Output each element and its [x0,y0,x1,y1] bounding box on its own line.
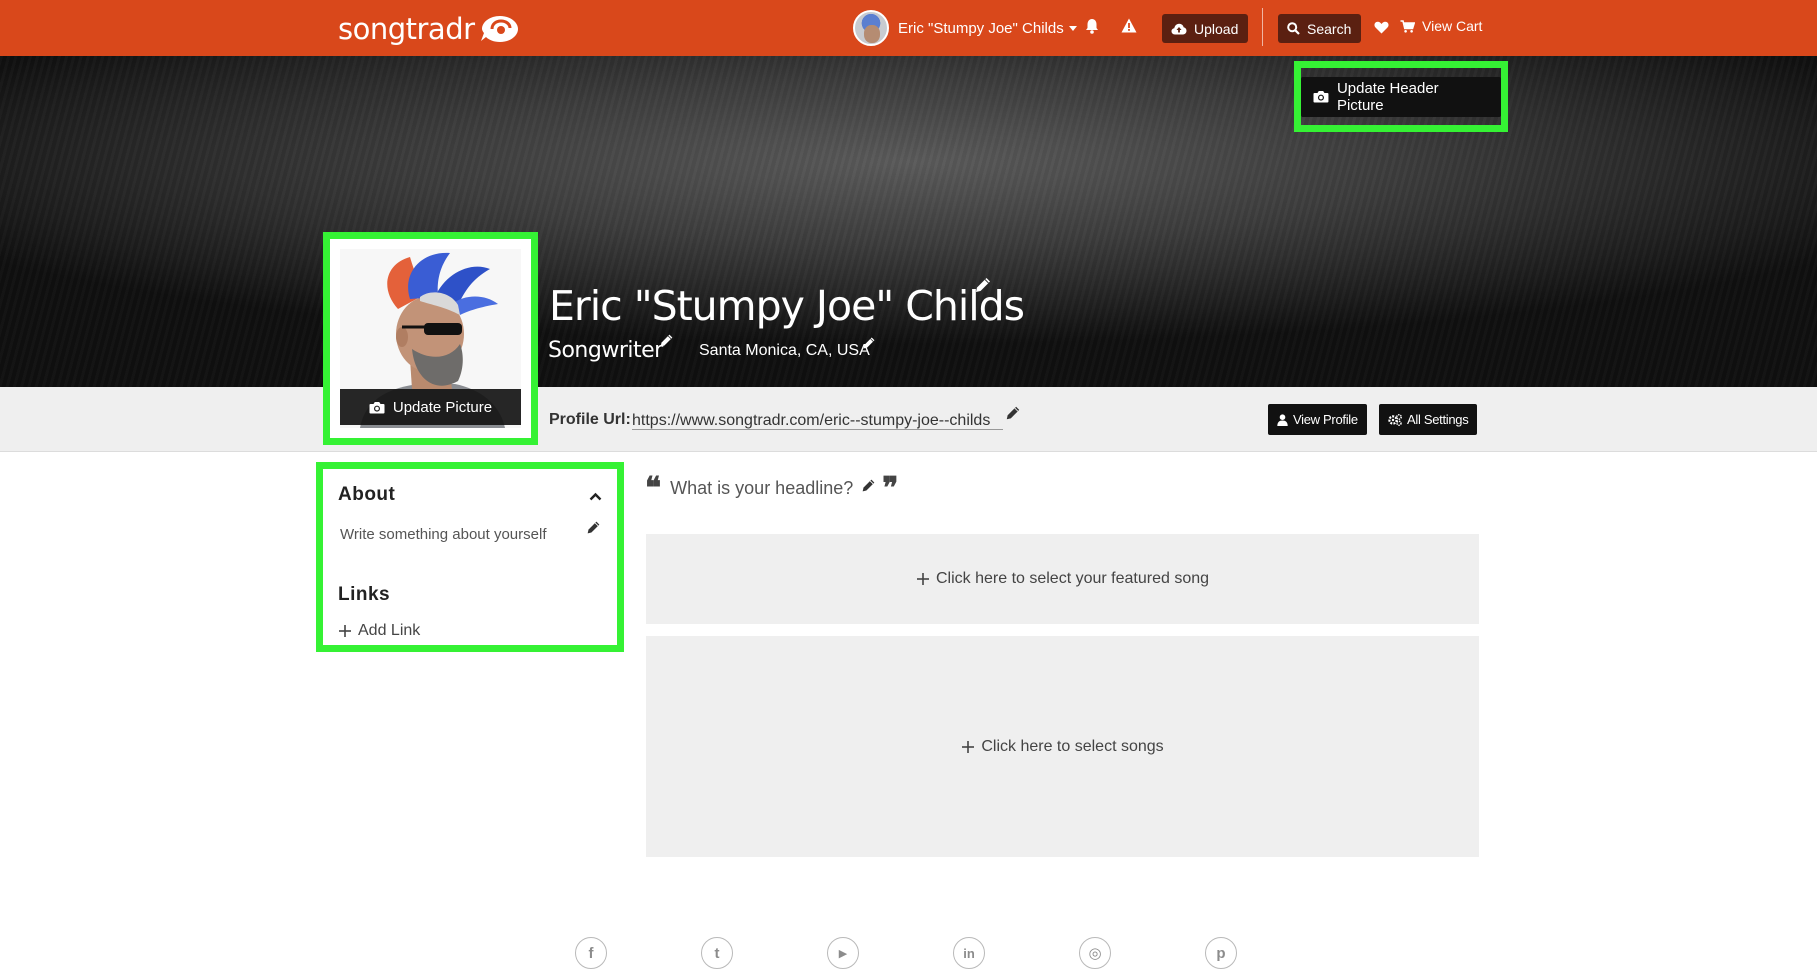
search-icon [1287,22,1300,35]
camera-icon [1313,91,1329,103]
camera-icon [369,401,385,413]
songtradr-logo[interactable]: songtradr [338,12,521,46]
update-picture-button[interactable]: Update Picture [340,389,521,425]
facebook-icon[interactable]: f [575,937,607,969]
logo-mark-icon [480,16,518,42]
profile-url-bar: Profile Url: https://www.songtradr.com/e… [0,387,1817,452]
open-quote-icon: ❝ [645,470,662,506]
youtube-icon[interactable]: ▶ [827,937,859,969]
chevron-up-icon[interactable] [589,492,602,501]
profile-header-banner [0,56,1817,387]
caret-down-icon [1068,25,1077,31]
linkedin-icon[interactable]: in [953,937,985,969]
logo-text: songtradr [338,12,475,46]
view-cart-link[interactable]: View Cart [1400,18,1482,34]
cloud-upload-icon [1171,23,1187,34]
user-name-label: Eric "Stumpy Joe" Childs [898,19,1064,37]
plus-icon [962,740,975,753]
links-heading: Links [338,584,391,605]
all-settings-button[interactable]: All Settings [1379,404,1478,435]
edit-location-pencil-icon[interactable] [862,336,876,350]
profile-name: Eric "Stumpy Joe" Childs [549,282,1025,330]
pinterest-icon[interactable]: p [1205,937,1237,969]
search-button[interactable]: Search [1278,14,1362,43]
instagram-icon[interactable]: ◎ [1079,937,1111,969]
nav-divider [1262,8,1263,46]
user-icon [1277,413,1288,426]
upload-button[interactable]: Upload [1162,14,1249,43]
warning-icon[interactable] [1121,18,1137,33]
edit-headline-pencil-icon[interactable] [861,478,876,493]
gears-icon [1388,413,1402,426]
edit-name-pencil-icon[interactable] [974,276,992,294]
profile-url-value[interactable]: https://www.songtradr.com/eric--stumpy-j… [632,412,1003,430]
featured-song-panel[interactable]: Click here to select your featured song [646,534,1479,624]
add-link-button[interactable]: Add Link [338,622,420,640]
profile-url-label: Profile Url: [549,411,631,428]
headline-placeholder[interactable]: What is your headline? [670,478,853,499]
cart-icon [1400,19,1415,33]
close-quote-icon: ❞ [882,470,899,506]
edit-url-pencil-icon[interactable] [1005,405,1021,421]
user-menu[interactable]: Eric "Stumpy Joe" Childs [853,10,1077,46]
edit-about-pencil-icon[interactable] [586,520,601,535]
bell-icon[interactable] [1085,18,1099,34]
profile-location: Santa Monica, CA, USA [699,342,870,359]
about-placeholder-text[interactable]: Write something about yourself [340,526,547,543]
update-header-picture-button[interactable]: Update Header Picture [1301,76,1501,117]
view-profile-button[interactable]: View Profile [1268,404,1367,435]
update-header-highlight: Update Header Picture [1294,61,1508,132]
profile-role: Songwriter [548,338,663,363]
about-heading: About [338,484,396,505]
top-navbar: songtradr Eric "Stumpy Joe" Childs Uploa… [0,0,1817,56]
user-avatar [853,10,889,46]
headline-row: ❝ What is your headline? ❞ [645,470,899,506]
heart-icon[interactable] [1374,21,1389,34]
plus-icon [916,573,929,585]
edit-role-pencil-icon[interactable] [659,333,674,348]
twitter-icon[interactable]: t [701,937,733,969]
plus-icon [339,625,351,637]
select-songs-panel[interactable]: Click here to select songs [646,636,1479,857]
profile-picture-highlight: Update Picture [323,232,538,445]
